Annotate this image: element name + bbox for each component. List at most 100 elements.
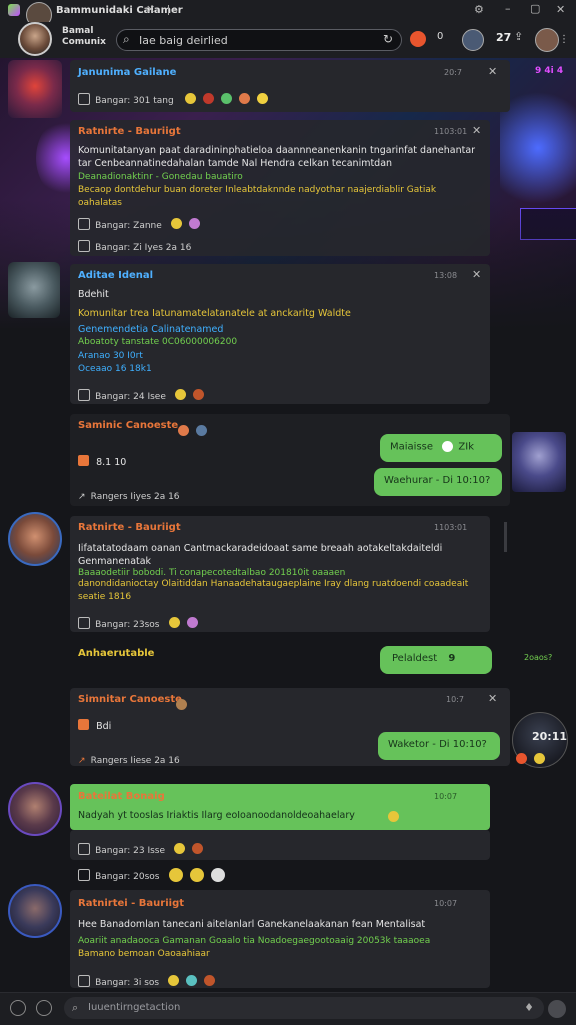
emoji-icon[interactable] [210, 867, 225, 882]
profile-avatar[interactable] [18, 22, 52, 56]
share-icon[interactable]: ⇪ [514, 30, 523, 43]
emoji-icon[interactable] [176, 699, 187, 710]
timestamp: 10:07 [434, 792, 458, 801]
avatar[interactable] [512, 432, 566, 492]
sender-name[interactable]: Aditae Idenal [78, 270, 153, 281]
sender-name[interactable]: Simnitar Canoeste [78, 694, 182, 705]
avatar[interactable] [8, 884, 62, 938]
reaction-row [176, 694, 189, 713]
emoji-icon[interactable] [388, 811, 399, 822]
close-icon[interactable]: ✕ [488, 65, 497, 78]
message-card[interactable]: Ratnirte - Bauriigt 1103:01 ✕ Komunitata… [70, 120, 490, 256]
message-card[interactable]: Ratnirtei - Bauriigt 10:07 Hee Banadomla… [70, 890, 490, 988]
record-icon[interactable] [410, 31, 426, 47]
settings-icon[interactable]: ⚙ [474, 3, 484, 16]
avatar-time: 20:11 [532, 730, 568, 743]
reply-icon[interactable] [78, 842, 90, 855]
reply-icon[interactable] [78, 388, 90, 401]
heart-icon[interactable] [78, 455, 89, 466]
reply-icon[interactable] [78, 616, 90, 629]
emoji-icon[interactable] [188, 218, 200, 229]
emoji-icon[interactable] [174, 843, 186, 854]
emoji-icon[interactable] [170, 218, 182, 229]
emoji-icon[interactable] [184, 93, 196, 104]
mic-icon[interactable]: ♦ [524, 1001, 534, 1014]
timestamp: 1103:01 [434, 523, 468, 532]
emoji-icon[interactable] [192, 843, 204, 854]
bubble-suffix: 9 [448, 653, 456, 664]
emoji-icon[interactable] [189, 867, 204, 882]
emoji-icon[interactable] [220, 93, 232, 104]
message-card[interactable]: Bateilat Bonaig 10:07 Nadyah yt tooslas … [70, 784, 490, 830]
emoji-icon[interactable] [168, 975, 180, 986]
message-card[interactable]: Aditae Idenal 13:08 ✕ Bdehit Komunitar t… [70, 264, 490, 404]
reply-icon[interactable] [78, 92, 90, 105]
close-icon[interactable]: ✕ [488, 692, 497, 705]
heart-icon[interactable] [78, 719, 89, 730]
message-text: Komunitatanyan paat daradininphatieloa d… [78, 145, 476, 169]
search-input[interactable]: Iae baig deirlied [139, 34, 228, 47]
emoji-icon[interactable] [202, 93, 214, 104]
chat-bubble[interactable]: Waketor - Di 10:10? [378, 732, 500, 760]
close-icon[interactable]: ✕ [472, 268, 481, 281]
meta-text: Rangers Iiese 2a 16 [90, 756, 180, 766]
emoji-icon[interactable] [204, 975, 216, 986]
message-card[interactable]: Ratnirte - Bauriigt 1103:01 Iifatatatoda… [70, 516, 490, 632]
send-icon[interactable] [548, 1000, 566, 1018]
avatar[interactable] [8, 782, 62, 836]
emoji-icon[interactable] [534, 753, 546, 764]
emoji-icon[interactable] [178, 425, 189, 436]
minimize-icon[interactable]: – [505, 2, 511, 15]
reply-icon[interactable] [78, 239, 90, 252]
emoji-icon[interactable] [168, 867, 183, 882]
reply-icon[interactable] [78, 974, 90, 987]
maximize-icon[interactable]: ▢ [530, 2, 540, 15]
header-line1: Bamal [62, 26, 94, 36]
emoji-picker-icon[interactable] [36, 1000, 52, 1016]
account-avatar[interactable] [535, 28, 559, 52]
emoji-icon[interactable] [168, 617, 180, 628]
menu-icon[interactable]: ⋮ [559, 34, 569, 45]
emoji-icon[interactable] [193, 389, 205, 400]
user-avatar[interactable] [462, 29, 484, 51]
emoji-icon[interactable] [257, 93, 269, 104]
emoji-icon[interactable] [186, 975, 198, 986]
refresh-icon[interactable]: ↻ [383, 32, 393, 46]
reply-icon[interactable] [78, 217, 90, 230]
avatar[interactable] [8, 262, 60, 318]
reply-icon[interactable]: ↗ [78, 756, 86, 766]
close-window-icon[interactable]: ✕ [556, 3, 565, 16]
close-icon[interactable]: ✕ [472, 124, 481, 137]
header-line2: Comunix [62, 37, 106, 47]
sender-name[interactable]: Ratnirte - Bauriigt [78, 126, 181, 137]
meta-row: Bangar: 23 Isse [78, 838, 205, 857]
message-text: danondidanioctay Olaitiddan Hanaadehatau… [78, 579, 469, 602]
chat-bubble[interactable]: Pelaldest 9 [380, 646, 492, 674]
attach-icon[interactable] [10, 1000, 26, 1016]
emoji-icon[interactable] [186, 617, 198, 628]
close-tab-icon[interactable]: ✕ [146, 3, 155, 16]
message-input[interactable]: ⌕ Iuuentirngetaction ♦ [64, 997, 544, 1019]
emoji-icon[interactable] [196, 425, 208, 436]
emoji-icon[interactable] [516, 753, 527, 764]
emoji-icon[interactable] [174, 389, 186, 400]
meta-text: Bangar: 20sos [95, 872, 160, 882]
avatar[interactable] [8, 60, 62, 118]
sender-name[interactable]: Saminic Canoeste [78, 420, 178, 431]
chat-bubble[interactable]: Maiaisse ZIk [380, 434, 502, 462]
sender-name[interactable]: Bateilat Bonaig [78, 791, 165, 802]
chat-bubble[interactable]: Waehurar - Di 10:10? [374, 468, 502, 496]
reply-icon[interactable]: ↗ [78, 492, 86, 502]
emoji-icon[interactable] [239, 93, 251, 104]
search-bar[interactable]: ⌕ Iae baig deirlied ↻ [116, 29, 402, 51]
sender-name[interactable]: Ratnirtei - Bauriigt [78, 898, 184, 909]
scrollbar[interactable] [504, 522, 507, 552]
reply-icon[interactable] [78, 868, 90, 881]
sender-name[interactable]: Ratnirte - Bauriigt [78, 522, 181, 533]
avatar[interactable] [8, 512, 62, 566]
message-text: Deanadionaktinr - Gonedau bauatiro [78, 172, 243, 182]
message-card[interactable]: Janunima Gailane 20:7 ✕ Bangar: 301 tang [70, 60, 510, 112]
input-placeholder: Iuuentirngetaction [88, 1002, 181, 1013]
meta-text: Bangar: 24 Isee [95, 392, 166, 402]
sender-name[interactable]: Janunima Gailane [78, 67, 176, 78]
